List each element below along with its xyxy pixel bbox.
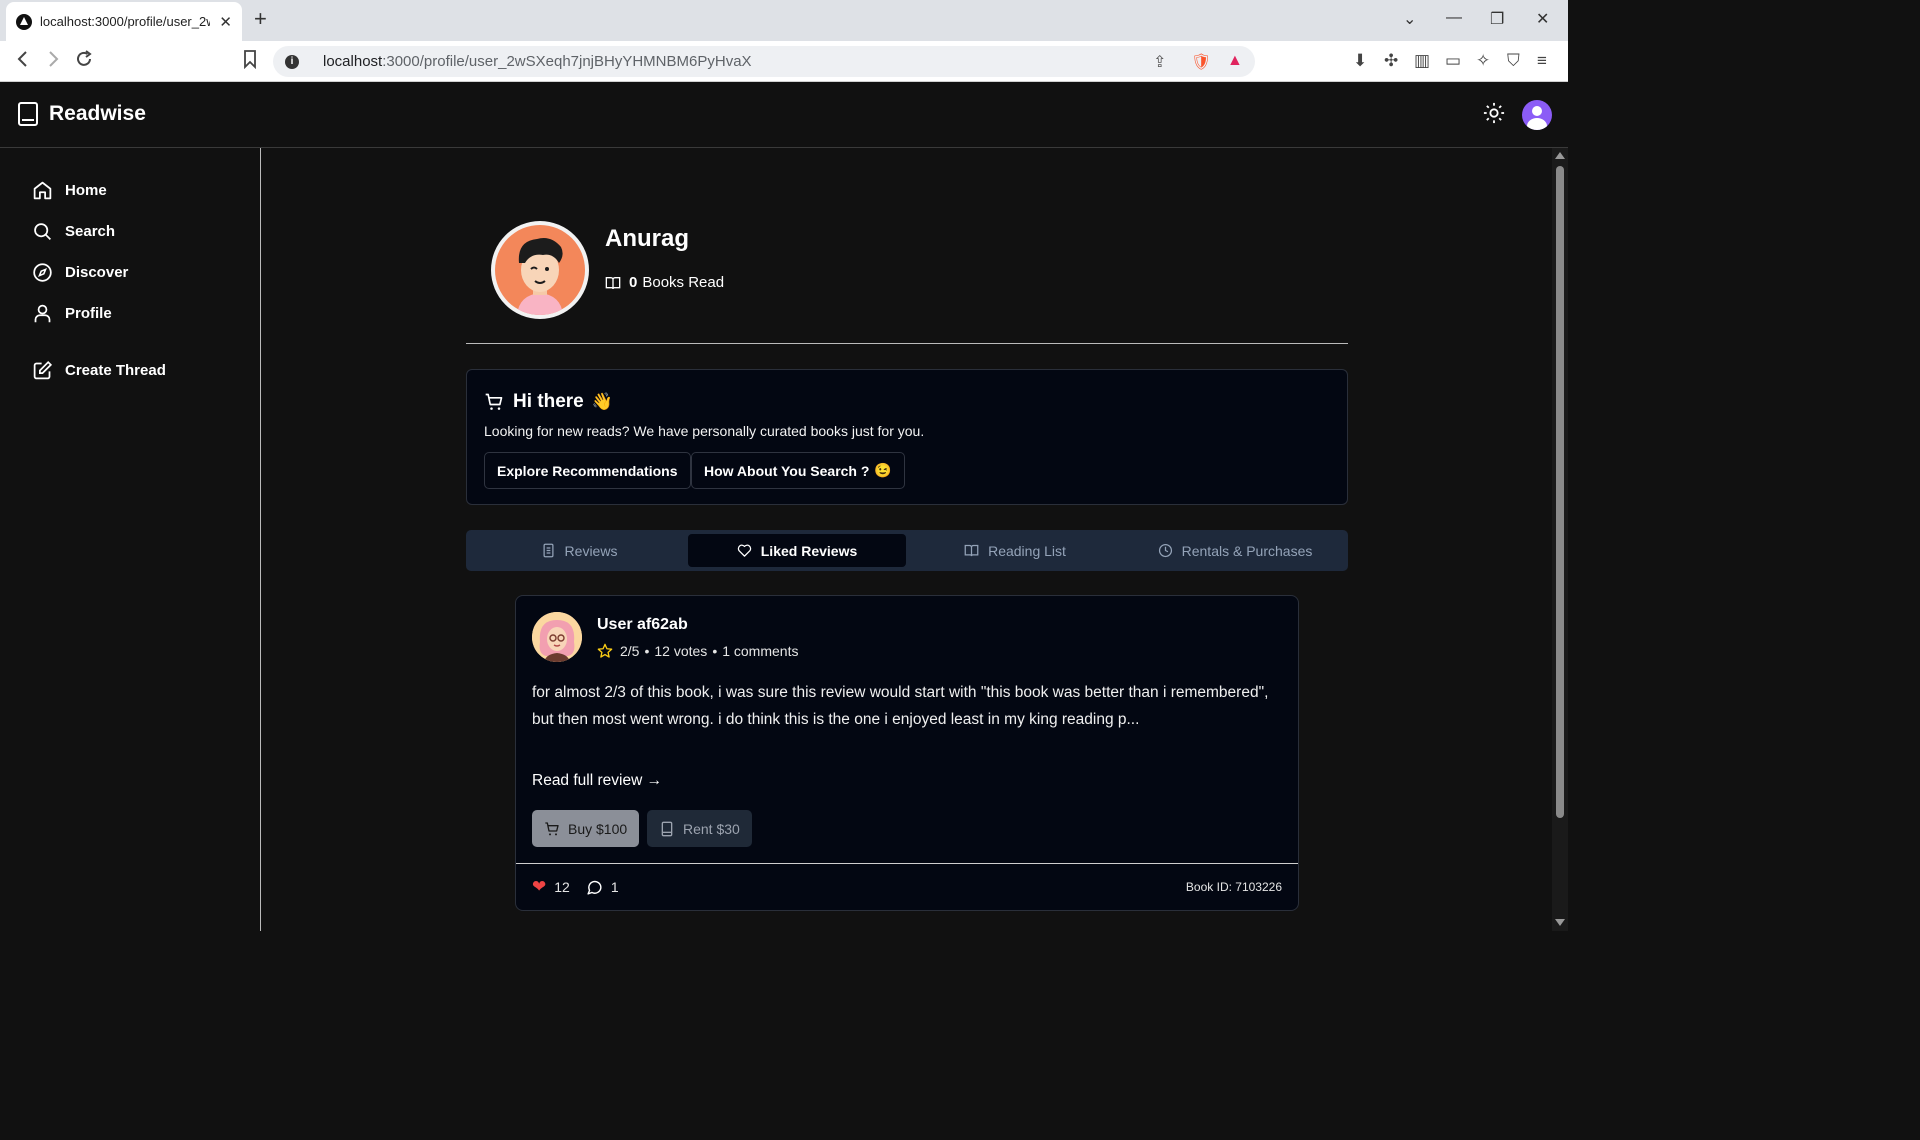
document-icon: [543, 543, 554, 558]
rent-button[interactable]: Rent $30: [647, 810, 752, 847]
app-header: Readwise: [0, 82, 1568, 148]
profile-name: Anurag: [605, 225, 689, 252]
read-full-review-link[interactable]: Read full review →: [532, 772, 662, 790]
address-bar[interactable]: i localhost:3000/profile/user_2wSXeqh7jn…: [273, 46, 1255, 77]
sidebar-item-profile[interactable]: Profile: [32, 303, 112, 324]
wallet-icon[interactable]: ▭: [1445, 51, 1461, 71]
book-open-icon: [964, 544, 979, 557]
app-name: Readwise: [49, 102, 146, 125]
buy-button[interactable]: Buy $100: [532, 810, 640, 847]
extensions-icon[interactable]: ✣: [1384, 51, 1398, 71]
reload-icon[interactable]: [74, 49, 94, 75]
comment-count: 1: [610, 879, 619, 895]
sidebar-item-discover[interactable]: Discover: [32, 262, 128, 283]
book-icon: [661, 821, 673, 836]
sidebar-item-label: Search: [65, 223, 116, 240]
books-read-count: 0: [629, 274, 638, 291]
url-text: localhost:3000/profile/user_2wSXeqh7jnjB…: [323, 53, 752, 70]
scroll-down-arrow-icon[interactable]: [1555, 919, 1565, 926]
books-read-label: Books Read: [642, 274, 725, 291]
tab-rentals-purchases[interactable]: Rentals & Purchases: [1126, 534, 1344, 567]
card-divider: [516, 863, 1298, 864]
recommendation-card: Hi there 👋 Looking for new reads? We hav…: [466, 369, 1348, 505]
review-footer: ❤ 12 1: [532, 877, 619, 897]
user-icon: [34, 304, 51, 323]
sidebar-item-search[interactable]: Search: [32, 221, 115, 242]
sidebar-toggle-icon[interactable]: ▥: [1414, 51, 1430, 71]
edit-icon: [33, 360, 53, 380]
favicon-icon: [16, 13, 32, 30]
search-suggestion-button[interactable]: How About You Search ? 😉: [691, 452, 905, 489]
leo-ai-icon[interactable]: ✧: [1476, 51, 1490, 71]
like-heart-icon[interactable]: ❤: [532, 877, 546, 897]
browser-tab[interactable]: localhost:3000/profile/user_2wS ✕: [6, 2, 242, 41]
clock-icon: [1158, 543, 1172, 558]
scroll-thumb[interactable]: [1556, 166, 1564, 818]
home-icon: [33, 181, 52, 200]
browser-toolbar: i localhost:3000/profile/user_2wSXeqh7jn…: [0, 41, 1568, 82]
comment-icon[interactable]: [586, 879, 603, 896]
heart-icon: [737, 544, 751, 557]
close-tab-icon[interactable]: ✕: [219, 13, 232, 31]
browser-tab-title: localhost:3000/profile/user_2wS: [40, 14, 210, 29]
scroll-up-arrow-icon[interactable]: [1555, 152, 1565, 159]
vpn-icon[interactable]: ⛉: [1507, 51, 1520, 71]
back-icon[interactable]: [14, 49, 32, 75]
promo-subtitle: Looking for new reads? We have personall…: [484, 423, 925, 439]
sidebar-item-label: Create Thread: [65, 362, 166, 379]
download-icon[interactable]: ⬇: [1353, 51, 1367, 71]
review-card: User af62ab 2/5 • 12 votes • 1 comments …: [515, 595, 1299, 911]
theme-toggle-sun-icon[interactable]: [1483, 102, 1505, 129]
bookmark-icon[interactable]: [242, 49, 258, 75]
book-logo-icon: [18, 102, 38, 126]
star-icon: [597, 643, 613, 658]
review-rating: 2/5: [620, 643, 640, 659]
cart-icon: [545, 821, 559, 835]
sidebar-item-label: Discover: [65, 264, 129, 281]
sidebar-item-create-thread[interactable]: Create Thread: [32, 360, 166, 381]
restore-icon[interactable]: ❐: [1490, 9, 1504, 29]
promo-title: Hi there 👋: [484, 391, 613, 413]
menu-icon[interactable]: ≡: [1537, 51, 1547, 71]
profile-avatar: [491, 221, 589, 319]
explore-recommendations-button[interactable]: Explore Recommendations: [484, 452, 691, 489]
compass-icon: [33, 263, 52, 282]
minimize-icon[interactable]: —: [1446, 9, 1462, 27]
share-icon[interactable]: ⇪: [1153, 52, 1166, 72]
main-content: Anurag 0 Books Read Hi there 👋 Looking f…: [262, 148, 1552, 931]
books-read-stat: 0 Books Read: [605, 274, 724, 291]
reviewer-name[interactable]: User af62ab: [597, 616, 688, 634]
sidebar-item-label: Profile: [65, 305, 112, 322]
new-tab-icon[interactable]: +: [254, 8, 267, 30]
wave-emoji: 👋: [591, 392, 613, 411]
forward-icon[interactable]: [44, 49, 62, 75]
app-logo[interactable]: Readwise: [18, 102, 146, 126]
review-comments: 1 comments: [722, 643, 799, 659]
sidebar-item-label: Home: [65, 182, 107, 199]
site-info-icon[interactable]: i: [285, 54, 299, 69]
book-open-icon: [605, 276, 621, 289]
search-icon: [34, 223, 51, 240]
window-close-icon[interactable]: ✕: [1536, 9, 1549, 29]
review-meta: 2/5 • 12 votes • 1 comments: [597, 643, 798, 659]
sidebar: Home Search Discover Profile Create Thre…: [0, 148, 261, 931]
like-count: 12: [554, 879, 570, 895]
cart-icon: [485, 393, 503, 410]
tab-reviews[interactable]: Reviews: [470, 534, 688, 567]
sidebar-item-home[interactable]: Home: [32, 180, 107, 201]
browser-tab-bar: localhost:3000/profile/user_2wS ✕ + ⌄ — …: [0, 0, 1568, 41]
tab-reading-list[interactable]: Reading List: [906, 534, 1124, 567]
tab-liked-reviews[interactable]: Liked Reviews: [688, 534, 906, 567]
page-scrollbar[interactable]: [1552, 148, 1568, 931]
profile-tabs: Reviews Liked Reviews Reading List Renta…: [466, 530, 1348, 571]
review-votes: 12 votes: [654, 643, 708, 659]
brave-shield-icon[interactable]: 🛡: [1191, 52, 1211, 72]
profile-divider: [466, 343, 1348, 344]
reviewer-avatar[interactable]: [532, 612, 582, 662]
tab-search-icon[interactable]: ⌄: [1403, 9, 1416, 29]
book-id: Book ID: 7103226: [1185, 880, 1282, 894]
brave-rewards-icon[interactable]: ▲: [1227, 52, 1243, 70]
user-menu-avatar[interactable]: [1522, 100, 1552, 130]
review-text: for almost 2/3 of this book, i was sure …: [532, 684, 1269, 728]
